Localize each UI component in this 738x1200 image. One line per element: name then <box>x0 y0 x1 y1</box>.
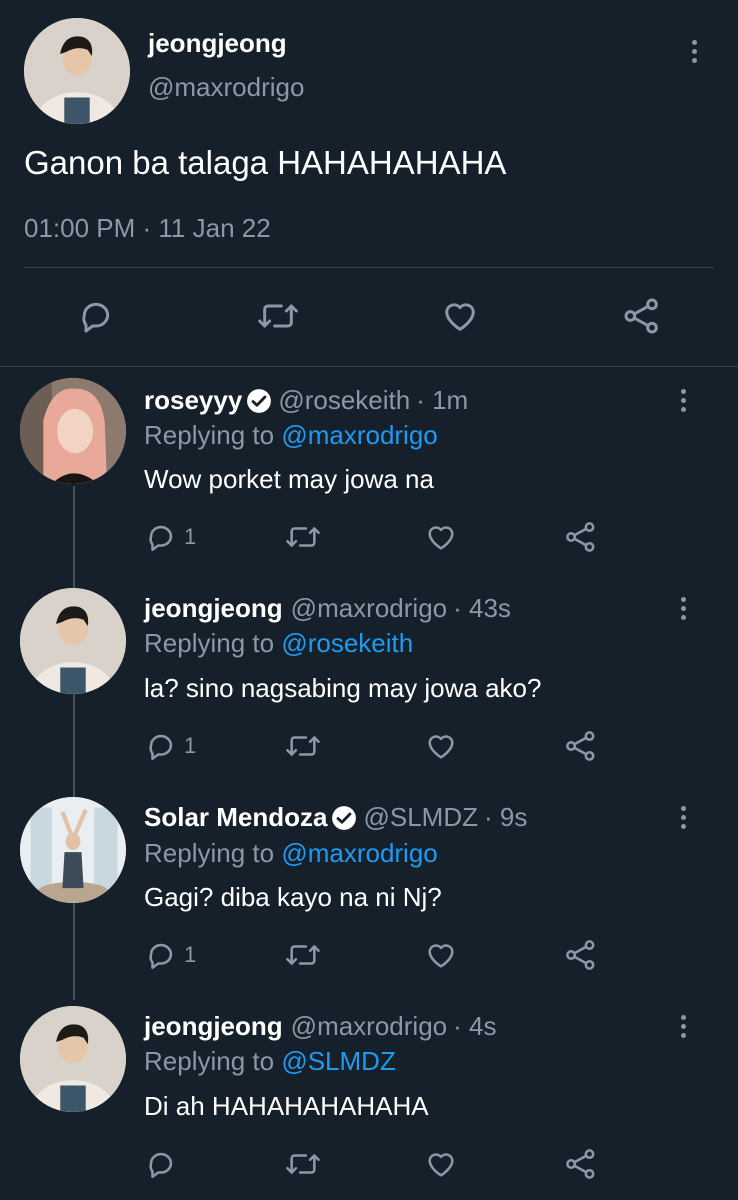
reply-icon <box>149 734 173 761</box>
reply-icon[interactable] <box>76 296 116 336</box>
replying-to-link[interactable]: @rosekeith <box>281 628 413 658</box>
avatar-reply-2[interactable] <box>20 588 126 694</box>
reply-3-replying: Replying to @maxrodrigo <box>144 838 438 869</box>
reply-3-handle[interactable]: @SLMDZ <box>363 802 478 833</box>
replying-to-label: Replying to <box>144 628 275 658</box>
section-divider <box>0 366 738 367</box>
retweet-icon[interactable] <box>284 1147 322 1181</box>
reply-3-header: Solar Mendoza @SLMDZ · 9s <box>144 802 527 833</box>
main-handle[interactable]: @maxrodrigo <box>148 72 304 103</box>
reply-2-handle[interactable]: @maxrodrigo <box>291 593 447 624</box>
reply-count: 1 <box>184 942 197 967</box>
like-icon[interactable] <box>424 520 458 554</box>
reply-4-handle[interactable]: @maxrodrigo <box>291 1011 447 1042</box>
retweet-icon[interactable] <box>284 520 322 554</box>
avatar-reply-1[interactable] <box>20 378 126 484</box>
reply-button[interactable]: 1 <box>144 520 196 554</box>
replying-to-label: Replying to <box>144 1046 275 1076</box>
reply-2-actions: 1 <box>0 729 738 769</box>
reply-1-handle[interactable]: @rosekeith <box>278 385 410 416</box>
reply-3-display-name[interactable]: Solar Mendoza <box>144 802 327 833</box>
reply-3-actions: 1 <box>0 938 738 978</box>
replying-to-label: Replying to <box>144 838 275 868</box>
like-icon[interactable] <box>424 938 458 972</box>
avatar-main[interactable] <box>24 18 130 124</box>
main-tweet-text: Ganon ba talaga HAHAHAHAHA <box>24 144 507 181</box>
reply-4-header: jeongjeong @maxrodrigo · 4s <box>144 1011 496 1042</box>
reply-2-header: jeongjeong @maxrodrigo · 43s <box>144 593 511 624</box>
retweet-icon[interactable] <box>256 296 300 336</box>
more-icon[interactable] <box>677 597 689 623</box>
main-actions <box>0 296 738 336</box>
like-icon[interactable] <box>424 729 458 763</box>
reply-3-text: Gagi? diba kayo na ni Nj? <box>144 882 442 912</box>
retweet-icon[interactable] <box>284 729 322 763</box>
verified-icon <box>332 805 357 830</box>
replying-to-label: Replying to <box>144 420 275 450</box>
divider <box>24 267 714 268</box>
retweet-icon[interactable] <box>284 938 322 972</box>
reply-2-display-name[interactable]: jeongjeong <box>144 593 283 624</box>
reply-count: 1 <box>184 524 197 549</box>
reply-4-display-name[interactable]: jeongjeong <box>144 1011 283 1042</box>
replying-to-link[interactable]: @maxrodrigo <box>281 420 437 450</box>
avatar-reply-3[interactable] <box>20 797 126 903</box>
reply-2-time: · 43s <box>453 593 511 623</box>
share-icon[interactable] <box>564 1147 598 1181</box>
reply-count: 1 <box>184 733 197 758</box>
reply-2-text: la? sino nagsabing may jowa ako? <box>144 673 542 703</box>
more-icon[interactable] <box>688 40 700 66</box>
reply-1-display-name[interactable]: roseyyy <box>144 385 242 416</box>
like-icon[interactable] <box>440 296 480 336</box>
reply-button[interactable]: 1 <box>144 729 196 763</box>
reply-4-actions <box>0 1147 738 1187</box>
like-icon[interactable] <box>424 1147 458 1181</box>
share-icon[interactable] <box>564 729 598 763</box>
reply-icon <box>149 1152 173 1179</box>
replying-to-link[interactable]: @SLMDZ <box>281 1046 396 1076</box>
main-timestamp[interactable]: 01:00 PM · 11 Jan 22 <box>24 213 271 244</box>
share-icon[interactable] <box>564 520 598 554</box>
reply-icon <box>149 943 173 970</box>
reply-4-replying: Replying to @SLMDZ <box>144 1046 396 1077</box>
avatar-reply-4[interactable] <box>20 1006 126 1112</box>
verified-icon <box>247 388 272 413</box>
reply-4-time: · 4s <box>453 1011 497 1041</box>
reply-button[interactable] <box>144 1147 184 1181</box>
reply-3-time: · 9s <box>484 802 528 832</box>
reply-1-text: Wow porket may jowa na <box>144 464 434 494</box>
share-icon[interactable] <box>622 296 662 336</box>
more-icon[interactable] <box>677 806 689 832</box>
reply-icon <box>149 525 173 552</box>
reply-1-replying: Replying to @maxrodrigo <box>144 420 438 451</box>
more-icon[interactable] <box>677 389 689 415</box>
reply-4-text: Di ah HAHAHAHAHAHA <box>144 1091 429 1121</box>
reply-1-header: roseyyy @rosekeith · 1m <box>144 385 468 416</box>
share-icon[interactable] <box>564 938 598 972</box>
reply-button[interactable]: 1 <box>144 938 196 972</box>
reply-1-time: · 1m <box>416 385 469 415</box>
reply-2-replying: Replying to @rosekeith <box>144 628 413 659</box>
main-display-name[interactable]: jeongjeong <box>148 28 287 59</box>
replying-to-link[interactable]: @maxrodrigo <box>281 838 437 868</box>
more-icon[interactable] <box>677 1015 689 1041</box>
reply-1-actions: 1 <box>0 520 738 560</box>
